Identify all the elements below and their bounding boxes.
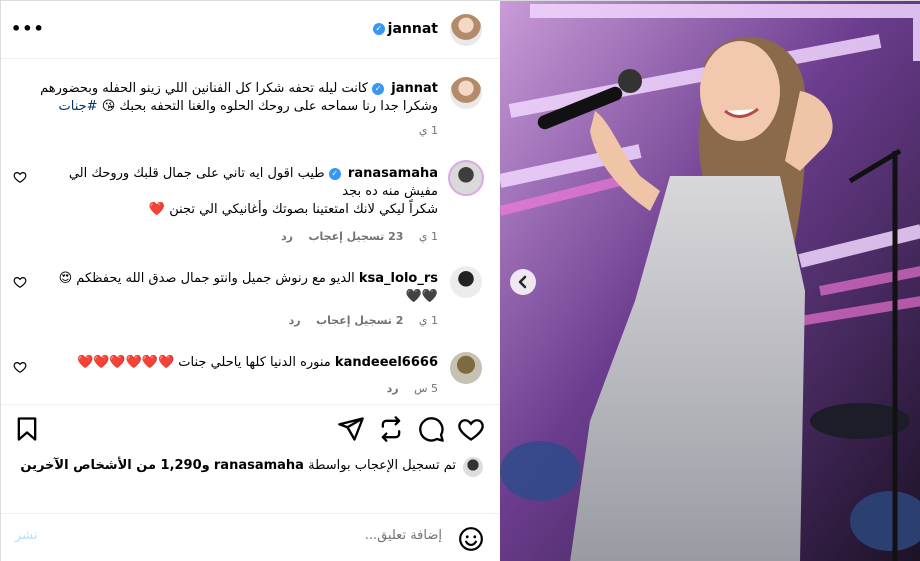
comment-avatar[interactable]: [450, 266, 482, 298]
verified-badge-icon: ✓: [328, 167, 341, 180]
comment: kandeeel6666 منوره الدنيا كلها ياحلي جنا…: [38, 354, 438, 372]
likes-prefix: تم تسجيل الإعجاب بواسطة: [308, 458, 456, 473]
likes-summary: تم تسجيل الإعجاب بواسطة ranasamaha و1,29…: [20, 458, 456, 473]
add-comment-bar: نشر: [1, 513, 500, 561]
more-options-button[interactable]: •••: [11, 19, 44, 39]
heart-icon[interactable]: [457, 415, 485, 443]
post-header: ••• ✓ jannat: [1, 1, 500, 59]
comment-text: 🖤🖤: [405, 289, 438, 304]
post-sidebar: ••• ✓ jannat jannat ✓ كانت ليله تحفه شكرا…: [1, 1, 500, 561]
caption-hashtag[interactable]: #جنات: [59, 99, 98, 114]
author-avatar[interactable]: [450, 14, 482, 46]
comment-meta: 1 ي 23 تسجيل إعجاب رد: [269, 230, 438, 243]
caption-username[interactable]: jannat: [391, 81, 438, 96]
repost-icon[interactable]: [377, 415, 405, 443]
comment-text: شكراً ليكي لانك امتعتينا بصوتك وأغانيكي …: [148, 202, 438, 217]
comment-input[interactable]: [62, 528, 442, 543]
comment-meta: 1 ي 2 تسجيل إعجاب رد: [277, 314, 438, 327]
heart-icon[interactable]: [13, 170, 27, 184]
header-username[interactable]: ✓ jannat: [372, 21, 438, 37]
chevron-left-icon[interactable]: [510, 269, 536, 295]
comment-avatar[interactable]: [448, 160, 484, 196]
reply-button[interactable]: رد: [289, 314, 301, 327]
comment-time[interactable]: 1 ي: [419, 314, 438, 327]
comment-username[interactable]: ksa_lolo_rs: [359, 271, 438, 286]
heart-icon[interactable]: [13, 275, 27, 289]
comment-username[interactable]: kandeeel6666: [335, 355, 438, 370]
concert-photo: [500, 1, 920, 561]
comment-text: مفيش منه ده بجد: [342, 184, 438, 199]
post-image[interactable]: [500, 1, 920, 561]
share-icon[interactable]: [337, 415, 365, 443]
comment-meta: 5 س رد: [375, 382, 438, 395]
caption: jannat ✓ كانت ليله تحفه شكرا كل الفنانين…: [8, 80, 438, 116]
comment-text: الديو مع رنوش جميل وانتو جمال صدق الله ي…: [58, 271, 355, 286]
heart-icon[interactable]: [13, 360, 27, 374]
action-bar: [1, 404, 500, 454]
instagram-post-window: ••• ✓ jannat jannat ✓ كانت ليله تحفه شكرا…: [0, 0, 920, 561]
comment-likes[interactable]: 23 تسجيل إعجاب: [308, 230, 403, 243]
reply-button[interactable]: رد: [387, 382, 399, 395]
caption-time[interactable]: 1 ي: [419, 124, 438, 137]
liker-avatar[interactable]: [463, 457, 483, 477]
previous-image-button[interactable]: [510, 269, 536, 295]
verified-badge-icon: ✓: [372, 23, 385, 35]
likes-count[interactable]: و1,290 من الأشخاص الآخرين: [20, 458, 209, 473]
comment-text: منوره الدنيا كلها ياحلي جنات ❤️❤️❤️❤️❤️❤…: [77, 355, 331, 370]
emoji-icon[interactable]: [458, 526, 484, 552]
post-comment-button[interactable]: نشر: [15, 528, 37, 543]
likes-user[interactable]: ranasamaha: [214, 458, 304, 473]
comment-icon[interactable]: [417, 415, 445, 443]
bookmark-icon[interactable]: [13, 415, 41, 443]
caption-avatar[interactable]: [450, 77, 482, 109]
comment-avatar[interactable]: [450, 352, 482, 384]
reply-button[interactable]: رد: [281, 230, 293, 243]
comment-username[interactable]: ranasamaha: [348, 166, 438, 181]
comment-text: طيب اقول ايه تاني على جمال قلبك وروحك ال…: [68, 166, 325, 181]
comment: ksa_lolo_rs الديو مع رنوش جميل وانتو جما…: [38, 270, 438, 306]
comment-time[interactable]: 1 ي: [419, 230, 438, 243]
comment-likes[interactable]: 2 تسجيل إعجاب: [316, 314, 403, 327]
comment: ranasamaha ✓ طيب اقول ايه تاني على جمال …: [38, 165, 438, 219]
comment-time[interactable]: 5 س: [414, 382, 438, 395]
caption-meta: 1 ي: [407, 124, 438, 137]
verified-badge-icon: ✓: [372, 82, 385, 95]
